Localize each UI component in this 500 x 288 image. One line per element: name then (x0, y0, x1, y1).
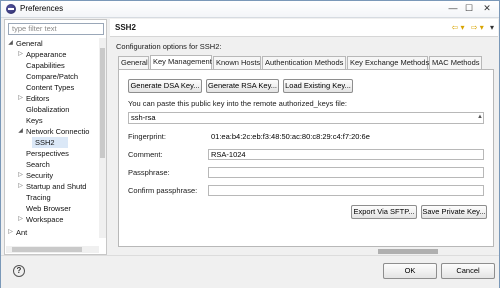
collapse-arrow-icon[interactable]: ▷ (17, 214, 24, 225)
load-existing-key-button[interactable]: Load Existing Key... (283, 79, 353, 93)
tab-mac-methods[interactable]: MAC Methods (429, 56, 482, 69)
minimize-button[interactable]: — (447, 3, 459, 14)
passphrase-label: Passphrase: (128, 168, 170, 177)
tree-item-capabilities[interactable]: Capabilities (26, 60, 65, 71)
tab-general[interactable]: General (118, 56, 149, 69)
forward-arrow-icon[interactable]: ⇨ ▾ (471, 23, 484, 32)
ok-button[interactable]: OK (383, 263, 437, 279)
scrollbar-thumb[interactable] (12, 247, 82, 252)
generate-dsa-key-button[interactable]: Generate DSA Key... (128, 79, 202, 93)
scrollbar-thumb[interactable] (100, 48, 105, 158)
save-private-key-button[interactable]: Save Private Key... (421, 205, 487, 219)
tab-key-exchange-methods[interactable]: Key Exchange Methods (347, 56, 429, 69)
generate-rsa-key-button[interactable]: Generate RSA Key... (206, 79, 279, 93)
fingerprint-label: Fingerprint: (128, 132, 166, 141)
title-bar: Preferences — ☐ ✕ (1, 1, 499, 18)
close-button[interactable]: ✕ (481, 3, 493, 14)
collapse-arrow-icon[interactable]: ▷ (17, 170, 24, 181)
tab-key-management[interactable]: Key Management (150, 55, 212, 69)
config-description: Configuration options for SSH2: (116, 42, 222, 51)
scrollbar-thumb[interactable] (378, 249, 438, 254)
filter-input[interactable]: type filter text (8, 23, 104, 35)
dialog-footer: ? OK Cancel (1, 255, 499, 288)
key-management-panel: Generate DSA Key... Generate RSA Key... … (118, 69, 494, 247)
tree-vertical-scrollbar[interactable] (99, 38, 106, 238)
nav-history: ⇦ ▾ ⇨ ▾ ▾ (452, 23, 494, 32)
tree-item-web-browser[interactable]: Web Browser (26, 203, 71, 214)
window-title: Preferences (20, 4, 64, 13)
confirm-passphrase-label: Confirm passphrase: (128, 186, 198, 195)
preference-page: SSH2 ⇦ ▾ ⇨ ▾ ▾ Configuration options for… (110, 19, 498, 255)
export-via-sftp-button[interactable]: Export Via SFTP... (351, 205, 417, 219)
expand-arrow-icon[interactable]: ◢ (7, 38, 14, 49)
collapse-arrow-icon[interactable]: ▷ (7, 227, 14, 238)
fingerprint-value: 01:ea:b4:2c:eb:f3:48:50:ac:80:c8:29:c4:f… (208, 131, 484, 142)
comment-field[interactable]: RSA-1024 (208, 149, 484, 160)
maximize-button[interactable]: ☐ (463, 3, 475, 14)
tree-item-content-types[interactable]: Content Types (26, 82, 74, 93)
collapse-arrow-icon[interactable]: ▷ (17, 49, 24, 60)
tree-horizontal-scrollbar[interactable] (6, 246, 99, 253)
confirm-passphrase-field[interactable] (208, 185, 484, 196)
tab-known-hosts[interactable]: Known Hosts (213, 56, 261, 69)
page-title: SSH2 (115, 23, 136, 32)
help-icon[interactable]: ? (13, 265, 25, 277)
eclipse-app-icon (6, 4, 16, 14)
tree-item-tracing[interactable]: Tracing (26, 192, 51, 203)
public-key-textarea[interactable]: ssh-rsa (128, 112, 484, 124)
preference-tree-pane: type filter text ◢ General ▷ Appearance … (4, 19, 107, 255)
cancel-button[interactable]: Cancel (441, 263, 495, 279)
view-menu-icon[interactable]: ▾ (490, 23, 494, 32)
tree-item-keys[interactable]: Keys (26, 115, 43, 126)
page-header: SSH2 ⇦ ▾ ⇨ ▾ ▾ (110, 19, 498, 37)
tree-item-search[interactable]: Search (26, 159, 50, 170)
tree-item-ssh2[interactable]: SSH2 (32, 137, 68, 148)
tree-item-globalization[interactable]: Globalization (26, 104, 69, 115)
tree-item-compare-patch[interactable]: Compare/Patch (26, 71, 78, 82)
comment-label: Comment: (128, 150, 163, 159)
collapse-arrow-icon[interactable]: ▷ (17, 93, 24, 104)
tree-item-perspectives[interactable]: Perspectives (26, 148, 69, 159)
passphrase-field[interactable] (208, 167, 484, 178)
collapse-arrow-icon[interactable]: ▷ (17, 181, 24, 192)
back-arrow-icon[interactable]: ⇦ ▾ (452, 23, 465, 32)
preferences-window: Preferences — ☐ ✕ type filter text ◢ Gen… (0, 0, 500, 288)
expand-arrow-icon[interactable]: ◢ (17, 126, 24, 137)
tab-authentication-methods[interactable]: Authentication Methods (262, 56, 346, 69)
scroll-up-icon[interactable]: ▲ (477, 114, 483, 120)
paste-hint-label: You can paste this public key into the r… (128, 99, 348, 108)
